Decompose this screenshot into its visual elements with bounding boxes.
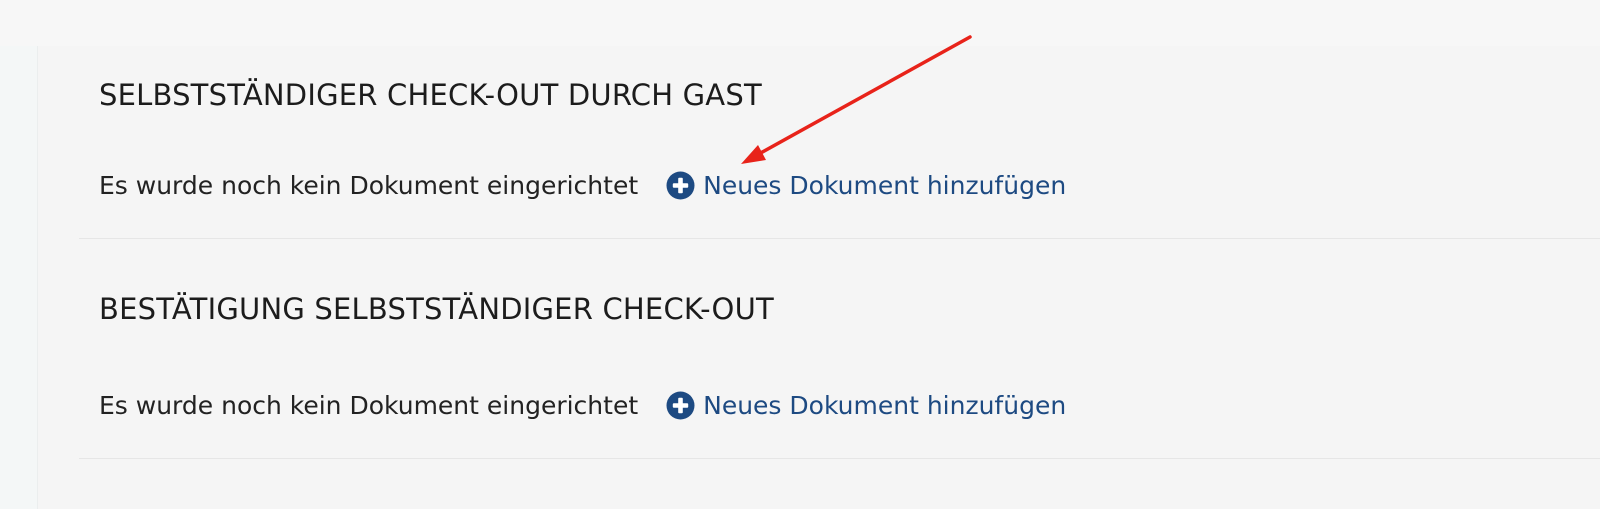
document-row: Es wurde noch kein Dokument eingerichtet… xyxy=(99,168,1066,202)
add-document-link[interactable]: Neues Dokument hinzufügen xyxy=(666,391,1066,420)
section-self-checkout: SELBSTSTÄNDIGER CHECK-OUT DURCH GAST Es … xyxy=(79,46,1600,239)
empty-state-text: Es wurde noch kein Dokument eingerichtet xyxy=(99,170,639,200)
plus-circle-icon[interactable] xyxy=(666,171,695,200)
main-content: SELBSTSTÄNDIGER CHECK-OUT DURCH GAST Es … xyxy=(38,46,1600,509)
section-title: BESTÄTIGUNG SELBSTSTÄNDIGER CHECK-OUT xyxy=(99,292,774,326)
plus-circle-icon[interactable] xyxy=(666,391,695,420)
section-self-checkout-confirmation: BESTÄTIGUNG SELBSTSTÄNDIGER CHECK-OUT Es… xyxy=(79,239,1600,459)
add-document-label[interactable]: Neues Dokument hinzufügen xyxy=(703,391,1066,420)
section-title: SELBSTSTÄNDIGER CHECK-OUT DURCH GAST xyxy=(99,78,762,112)
add-document-link[interactable]: Neues Dokument hinzufügen xyxy=(666,171,1066,200)
add-document-label[interactable]: Neues Dokument hinzufügen xyxy=(703,171,1066,200)
document-row: Es wurde noch kein Dokument eingerichtet… xyxy=(99,388,1066,422)
top-bar xyxy=(0,0,1600,46)
left-sidebar xyxy=(0,46,38,509)
empty-state-text: Es wurde noch kein Dokument eingerichtet xyxy=(99,390,639,420)
